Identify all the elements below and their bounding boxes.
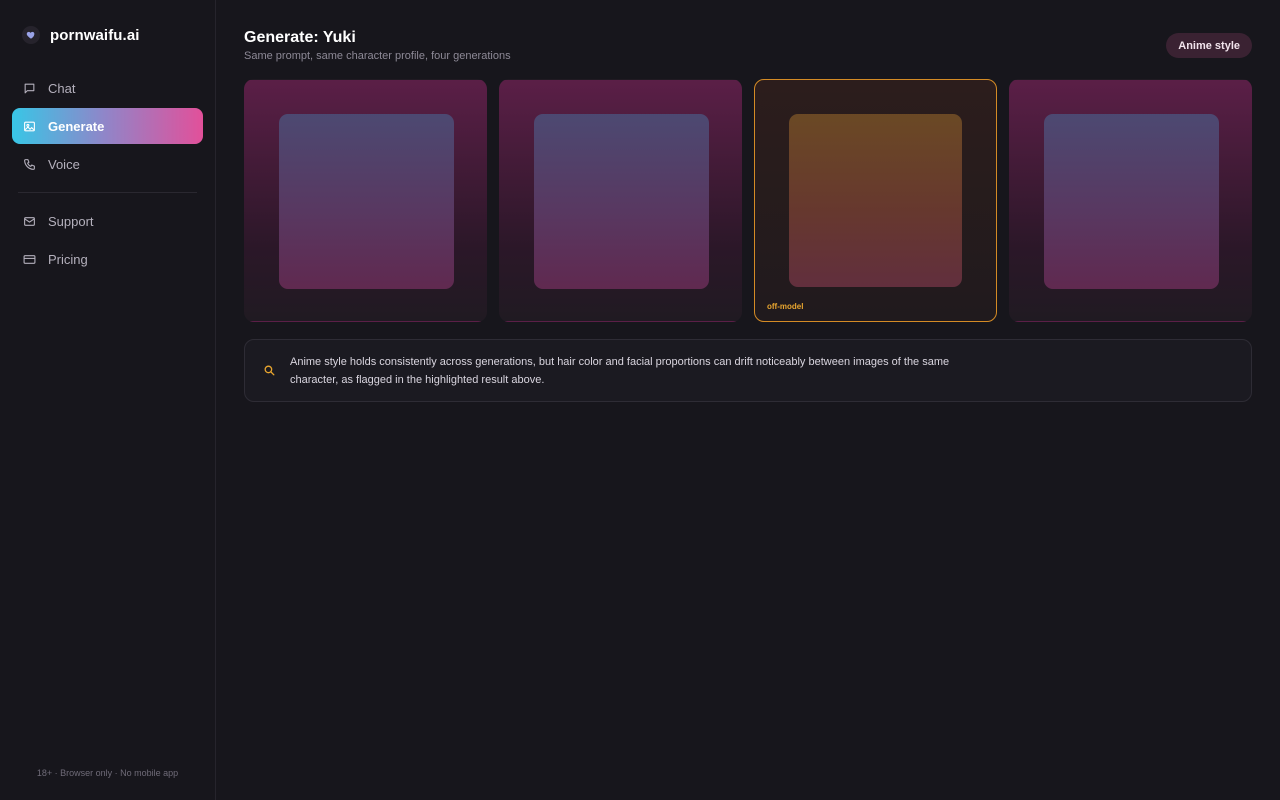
app-root: pornwaifu.ai Chat Generate Voice Support xyxy=(0,0,1280,800)
sidebar-item-voice[interactable]: Voice xyxy=(12,146,203,182)
generation-card-2[interactable] xyxy=(499,79,742,322)
generation-thumbnail xyxy=(1044,114,1219,289)
sidebar-item-label: Pricing xyxy=(48,251,88,267)
sidebar-footer-note: 18+ · Browser only · No mobile app xyxy=(36,768,179,778)
brand[interactable]: pornwaifu.ai xyxy=(12,0,203,70)
insight-callout: Anime style holds consistently across ge… xyxy=(244,339,1252,402)
sidebar-item-label: Support xyxy=(48,213,94,229)
sidebar-item-pricing[interactable]: Pricing xyxy=(12,241,203,277)
generation-thumbnail xyxy=(534,114,709,289)
secondary-nav: Support Pricing xyxy=(12,203,203,277)
sidebar-item-chat[interactable]: Chat xyxy=(12,70,203,106)
generation-card-1[interactable] xyxy=(244,79,487,322)
sidebar-item-label: Voice xyxy=(48,156,80,172)
main-content: Generate: Yuki Same prompt, same charact… xyxy=(216,0,1280,800)
mail-icon xyxy=(24,216,35,226)
generation-grid: off-model xyxy=(244,79,1252,322)
generation-card-3-flagged[interactable]: off-model xyxy=(754,79,997,322)
chat-bubble-icon xyxy=(24,83,35,93)
brand-name: pornwaifu.ai xyxy=(50,26,140,44)
generation-thumbnail xyxy=(279,114,454,289)
generation-thumbnail xyxy=(789,114,962,287)
generation-card-4[interactable] xyxy=(1009,79,1252,322)
page-title: Generate: Yuki xyxy=(244,29,356,46)
sidebar-item-label: Chat xyxy=(48,80,76,96)
style-badge[interactable]: Anime style xyxy=(1166,33,1252,58)
heart-icon xyxy=(22,26,40,44)
image-icon xyxy=(24,121,35,131)
sidebar-item-support[interactable]: Support xyxy=(12,203,203,239)
sidebar-item-label: Generate xyxy=(48,118,105,134)
primary-nav: Chat Generate Voice xyxy=(12,70,203,182)
sidebar: pornwaifu.ai Chat Generate Voice Support xyxy=(0,0,216,800)
page-subtitle: Same prompt, same character profile, fou… xyxy=(244,50,511,62)
search-icon xyxy=(264,365,275,376)
phone-icon xyxy=(24,158,35,170)
page-header: Generate: Yuki Same prompt, same charact… xyxy=(244,0,1252,79)
credit-card-icon xyxy=(23,254,36,264)
sidebar-item-generate[interactable]: Generate xyxy=(12,108,203,144)
nav-divider xyxy=(18,192,197,193)
off-model-flag: off-model xyxy=(767,302,804,311)
insight-text: Anime style holds consistently across ge… xyxy=(290,355,950,386)
